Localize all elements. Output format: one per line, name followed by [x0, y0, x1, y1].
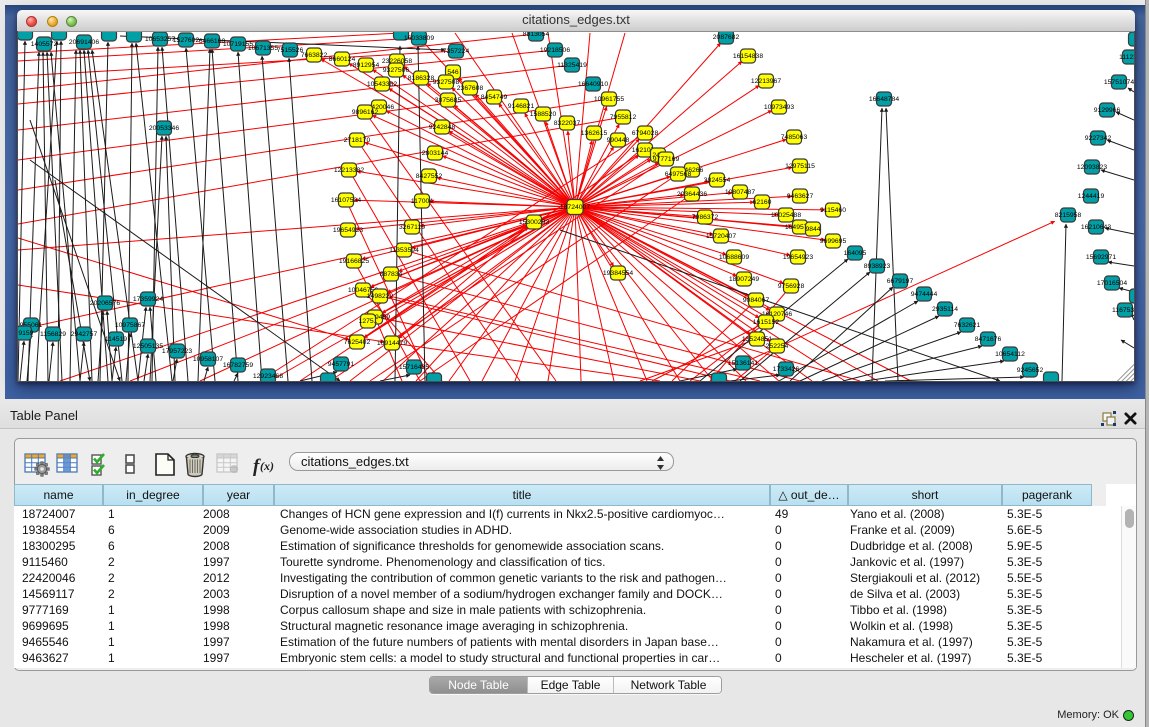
svg-text:(x): (x)	[260, 459, 274, 473]
